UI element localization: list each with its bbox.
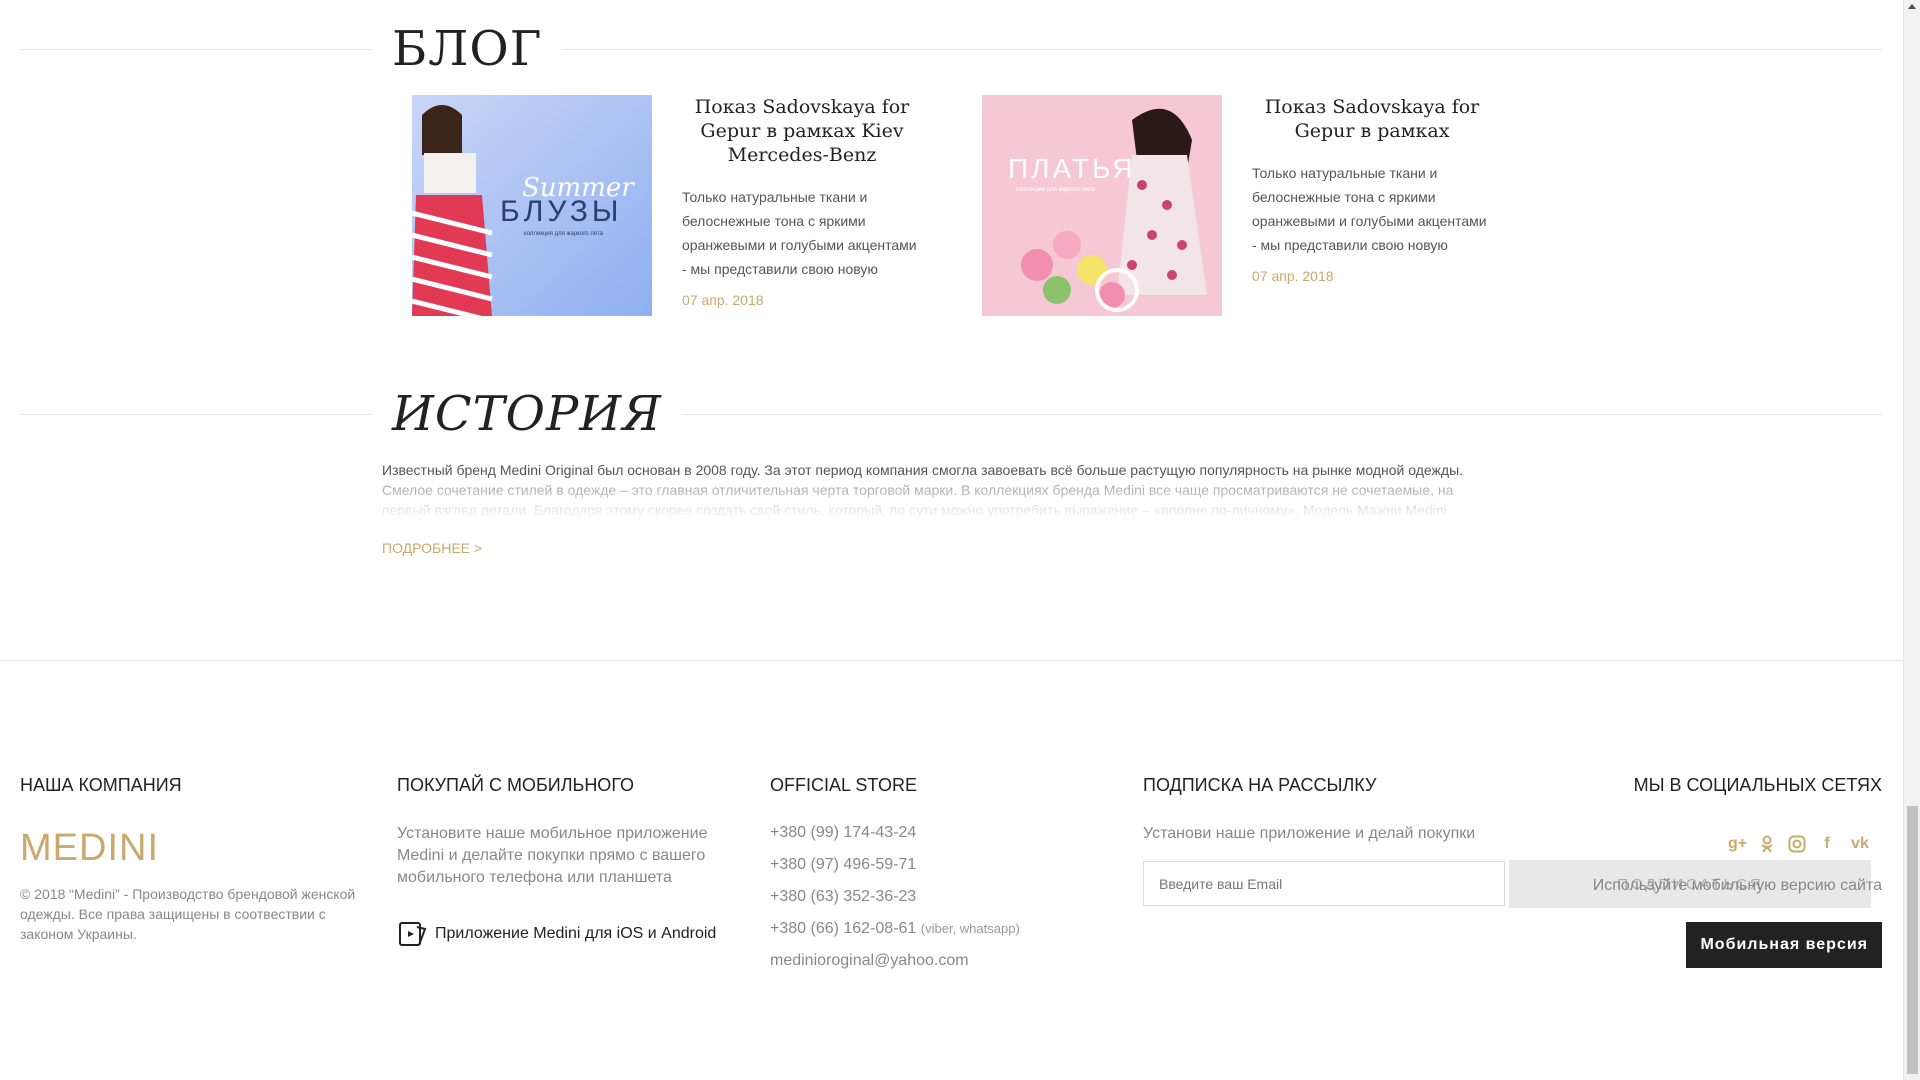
blog-image-caption: БЛУЗЫ (500, 195, 623, 228)
footer-social-text: Используйте мобильную версию сайта (1592, 877, 1882, 894)
scroll-up-icon[interactable] (1908, 4, 1916, 9)
blog-post-date: 07 апр. 2018 (1252, 268, 1334, 284)
phone-number[interactable]: +380 (97) 496-59-71 (770, 849, 1020, 881)
page-scrollbar[interactable] (1903, 0, 1920, 1080)
phone-note: (viber, whatsapp) (920, 921, 1020, 936)
history-text-fade (382, 480, 1494, 520)
footer-mobile-text: Установите наше мобильное приложение Med… (397, 825, 708, 886)
scrollbar-thumb[interactable] (1907, 806, 1918, 1074)
odnoklassniki-icon[interactable] (1758, 835, 1776, 853)
footer-social: МЫ В СОЦИАЛЬНЫХ СЕТЯХ g+ f vk Используйт… (1593, 773, 1882, 968)
footer-company-heading: НАША КОМПАНИЯ (20, 775, 182, 795)
footer-company: НАША КОМПАНИЯ MEDINI © 2018 “Medini” - П… (20, 773, 370, 944)
blog-card[interactable]: Summer БЛУЗЫ коллекция для жаркого лета … (412, 95, 952, 335)
footer-social-heading: МЫ В СОЦИАЛЬНЫХ СЕТЯХ (1633, 775, 1882, 795)
history-title: ИСТОРИЯ (372, 383, 682, 445)
phone-number[interactable]: +380 (63) 352-36-23 (770, 881, 1020, 913)
footer-store: OFFICIAL STORE +380 (99) 174-43-24 +380 … (770, 773, 1020, 977)
history-divider (20, 414, 1882, 415)
footer-mobile-heading: ПОКУПАЙ С МОБИЛЬНОГО (397, 775, 635, 795)
blog-post-image[interactable]: Summer БЛУЗЫ коллекция для жаркого лета (412, 95, 652, 316)
blog-post-description: Только натуральные ткани и белоснежные т… (682, 189, 917, 277)
blog-title: БЛОГ (372, 18, 563, 80)
brand-logo[interactable]: MEDINI (20, 827, 370, 870)
social-icons: g+ f vk (1593, 835, 1872, 853)
instagram-icon[interactable] (1788, 835, 1806, 853)
phone-number[interactable]: +380 (99) 174-43-24 (770, 817, 1020, 849)
footer-mobile: ПОКУПАЙ С МОБИЛЬНОГО Установите наше моб… (397, 773, 737, 949)
email-link[interactable]: medinioroginal@yahoo.com (770, 945, 1020, 977)
blog-post-date: 07 апр. 2018 (682, 292, 764, 308)
blog-image-caption: коллекция для жаркого лета (1016, 187, 1095, 193)
blog-post-title[interactable]: Показ Sadovskaya for Gepur в рамках (1252, 95, 1492, 143)
facebook-icon[interactable]: f (1818, 835, 1836, 853)
mobile-app-icon (399, 922, 427, 946)
email-input[interactable] (1143, 861, 1505, 906)
footer-store-heading: OFFICIAL STORE (770, 775, 918, 795)
app-link-label: Приложение Medini для iOS и Android (435, 925, 717, 942)
google-plus-icon[interactable]: g+ (1728, 835, 1747, 853)
blog-post-description: Только натуральные ткани и белоснежные т… (1252, 165, 1487, 253)
blog-card[interactable]: ПЛАТЬЯ коллекция для жаркого лета Показ … (982, 95, 1522, 335)
blog-post-image[interactable]: ПЛАТЬЯ коллекция для жаркого лета (982, 95, 1222, 316)
blog-image-caption: ПЛАТЬЯ (1008, 153, 1136, 184)
app-download-link[interactable]: Приложение Medini для iOS и Android (397, 919, 737, 949)
blog-divider (20, 49, 1882, 50)
vk-icon[interactable]: vk (1848, 835, 1872, 853)
footer-divider (0, 660, 1903, 661)
blog-image-caption: коллекция для жаркого лета (524, 231, 603, 237)
copyright-text: © 2018 “Medini” - Производство брендовой… (20, 886, 356, 942)
mobile-version-button[interactable]: Мобильная версия (1686, 922, 1882, 968)
blog-post-title[interactable]: Показ Sadovskaya for Gepur в рамках Kiev… (682, 95, 922, 167)
phone-number[interactable]: +380 (66) 162-08-61 (770, 920, 916, 937)
history-more-link[interactable]: ПОДРОБНЕЕ > (382, 540, 482, 556)
